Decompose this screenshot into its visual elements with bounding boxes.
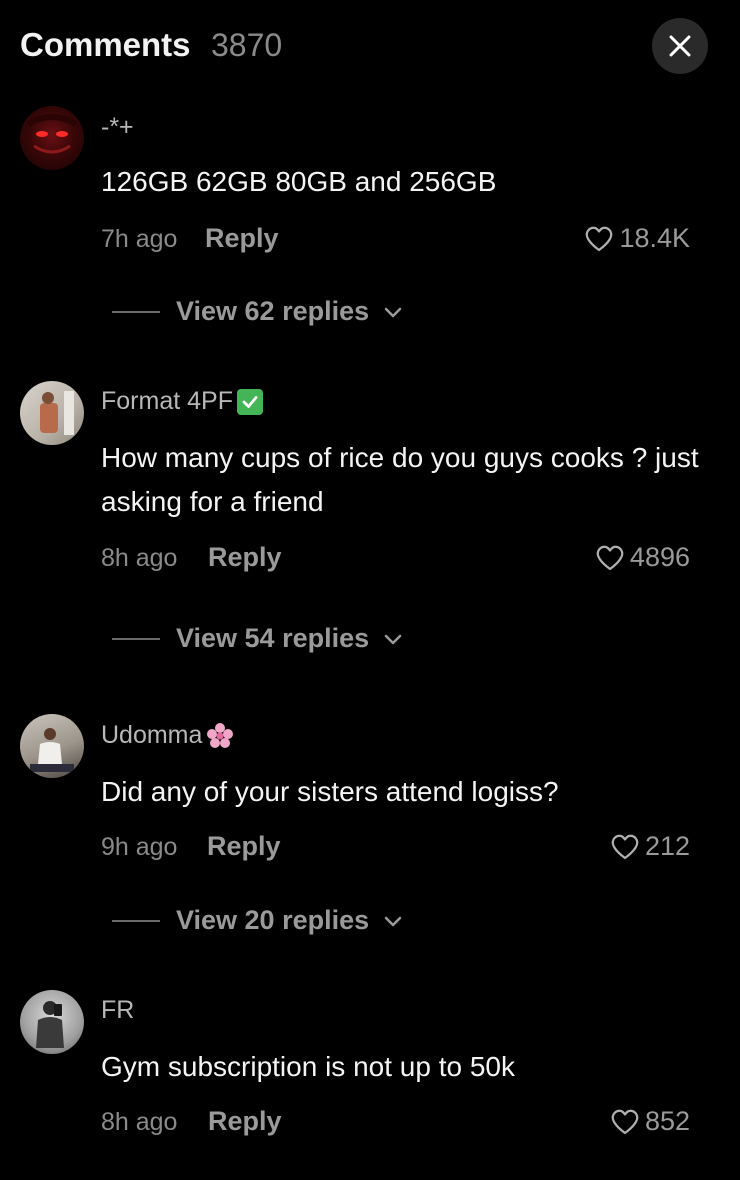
red-eyed-character-avatar-icon: [26, 114, 78, 154]
view-replies-label: View 62 replies: [176, 296, 370, 326]
person-seated-avatar-icon: [30, 728, 74, 772]
avatar[interactable]: [20, 990, 84, 1054]
view-replies-button[interactable]: View 62 replies: [112, 296, 403, 327]
heart-icon: [596, 545, 624, 570]
divider-line: [112, 637, 160, 640]
avatar[interactable]: [20, 381, 84, 445]
comment-username[interactable]: Format 4PF: [101, 387, 263, 416]
chevron-down-icon: [383, 305, 403, 319]
reply-button[interactable]: Reply: [208, 1106, 282, 1137]
heart-icon: [586, 226, 613, 251]
comment-time: 9h ago: [101, 833, 178, 861]
comment-username[interactable]: -*+: [101, 113, 134, 142]
view-replies-label: View 54 replies: [176, 623, 370, 653]
like-count: 212: [644, 831, 690, 861]
comments-count: 3870: [211, 27, 283, 63]
person-photo-avatar-icon: [40, 391, 74, 435]
comment-text: Did any of your sisters attend logiss?: [101, 776, 559, 807]
like-button[interactable]: 852: [611, 1106, 690, 1137]
close-icon: [669, 35, 691, 57]
check-mark-button-icon: [236, 388, 263, 415]
divider-line: [112, 310, 160, 313]
reply-button[interactable]: Reply: [205, 223, 279, 254]
mirror-selfie-avatar-icon: [36, 1001, 64, 1048]
comment-text: 126GB 62GB 80GB and 256GB: [101, 166, 497, 197]
comments-title: Comments: [20, 26, 191, 63]
view-replies-button[interactable]: View 20 replies: [112, 905, 403, 936]
like-button[interactable]: 4896: [596, 542, 690, 573]
view-replies-button[interactable]: View 54 replies: [112, 623, 403, 654]
cherry-blossom-icon: [207, 722, 234, 748]
avatar[interactable]: [20, 106, 84, 170]
comments-panel: Comments 3870 -*+ 126GB 62GB 80GB and 25…: [0, 0, 740, 1180]
comment-time: 7h ago: [101, 225, 178, 253]
like-button[interactable]: 18.4K: [585, 223, 690, 254]
comment-username[interactable]: FR: [101, 996, 134, 1025]
avatar[interactable]: [20, 714, 84, 778]
view-replies-label: View 20 replies: [176, 905, 370, 935]
comment-username[interactable]: Udomma: [101, 721, 234, 750]
chevron-down-icon: [383, 914, 403, 928]
close-button[interactable]: [652, 18, 708, 74]
heart-icon: [611, 834, 639, 859]
like-count: 852: [644, 1106, 690, 1136]
comment-text: How many cups of rice do you guys cooks …: [101, 442, 699, 517]
comment-text: Gym subscription is not up to 50k: [101, 1051, 515, 1082]
like-count: 18.4K: [619, 223, 690, 253]
reply-button[interactable]: Reply: [208, 542, 282, 573]
heart-icon: [611, 1109, 639, 1134]
like-button[interactable]: 212: [611, 831, 690, 862]
reply-button[interactable]: Reply: [207, 831, 281, 862]
comment-time: 8h ago: [101, 544, 178, 572]
chevron-down-icon: [383, 632, 403, 646]
divider-line: [112, 919, 160, 922]
comment-time: 8h ago: [101, 1108, 178, 1136]
like-count: 4896: [629, 542, 690, 572]
